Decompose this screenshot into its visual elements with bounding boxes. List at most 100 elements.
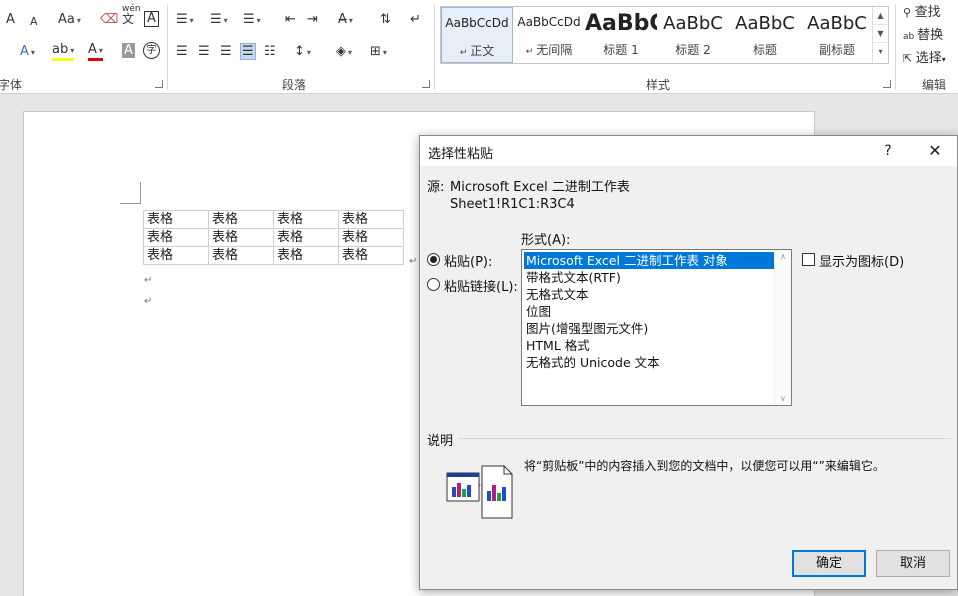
style-item[interactable]: AaBbCcDd ↵ 正文 (441, 7, 513, 63)
close-button[interactable]: ✕ (920, 139, 950, 163)
decrease-indent-icon[interactable]: ⇤ (285, 11, 296, 29)
paragraph-dialog-launcher-icon[interactable] (422, 80, 430, 88)
style-item[interactable]: AaBbC 标题 1 (585, 7, 657, 63)
style-name: ↵ 正文 (459, 44, 495, 58)
find-button[interactable]: ⚲ 查找 (903, 4, 941, 22)
table-cell[interactable]: 表格 (338, 228, 404, 247)
shading-icon[interactable]: ◈ (336, 43, 352, 62)
source-value: Microsoft Excel 二进制工作表 (450, 180, 630, 195)
display-as-icon-checkbox[interactable] (802, 253, 815, 266)
style-sample: AaBbC (735, 13, 795, 34)
distributed-icon[interactable]: ☷ (264, 43, 276, 61)
table-cell[interactable]: 表格 (338, 246, 404, 265)
align-right-icon[interactable]: ☰ (220, 43, 232, 61)
dialog-titlebar[interactable]: 选择性粘贴 ? ✕ (420, 136, 957, 166)
paragraph-mark: ↵ (144, 275, 153, 286)
change-case-button[interactable]: Aa (58, 11, 81, 30)
table-cell[interactable]: 表格 (208, 210, 274, 229)
chinese-layout-icon[interactable]: A̶ (338, 11, 353, 30)
styles-group-label: 样式 (646, 78, 671, 92)
line-spacing-icon[interactable]: ↕ (294, 43, 311, 62)
paste-link-radio-label[interactable]: 粘贴链接(L): (444, 276, 518, 295)
style-item[interactable]: AaBbC 副标题 (801, 7, 873, 63)
style-name: 标题 1 (603, 43, 639, 57)
scroll-down-icon[interactable]: ▼ (873, 25, 888, 43)
table-cell[interactable]: 表格 (143, 228, 209, 247)
paste-radio-label[interactable]: 粘贴(P): (444, 251, 492, 270)
paragraph-group-label: 段落 (282, 78, 307, 92)
more-styles-icon[interactable]: ▾ (873, 43, 888, 61)
table-cell[interactable]: 表格 (208, 246, 274, 265)
listbox-scrollbar[interactable]: ∧ ∨ (774, 250, 791, 405)
ok-button[interactable]: 确定 (792, 550, 866, 577)
borders-icon[interactable]: ⊞ (370, 43, 387, 62)
table-cell[interactable]: 表格 (143, 210, 209, 229)
phonetic-guide-button[interactable]: wén 文 (122, 4, 141, 26)
multilevel-list-icon[interactable]: ☰ (243, 11, 261, 30)
format-listbox[interactable]: Microsoft Excel 二进制工作表 对象 带格式文本(RTF) 无格式… (521, 249, 792, 406)
char-shading-button[interactable]: A (122, 43, 135, 58)
bullets-icon[interactable]: ☰ (176, 11, 194, 30)
table-cell[interactable]: 表格 (208, 228, 274, 247)
format-option[interactable]: HTML 格式 (524, 337, 774, 354)
table-cell[interactable]: 表格 (273, 210, 339, 229)
display-as-icon-label[interactable]: 显示为图标(D) (819, 251, 904, 270)
description-text: 将“剪贴板”中的内容插入到您的文档中，以便您可以用“”来编辑它。 (524, 459, 885, 473)
binoculars-icon: ⚲ (903, 6, 915, 19)
styles-scrollbar[interactable]: ▲ ▼ ▾ (872, 7, 888, 63)
grow-font-button[interactable]: A (6, 11, 15, 29)
numbering-icon[interactable]: ☰ (210, 11, 228, 30)
show-marks-icon[interactable]: ↵ (410, 11, 421, 29)
source-label: 源: (427, 180, 445, 195)
dialog-title: 选择性粘贴 (428, 147, 494, 162)
format-option[interactable]: Microsoft Excel 二进制工作表 对象 (524, 252, 774, 269)
styles-dialog-launcher-icon[interactable] (883, 80, 891, 88)
paste-link-radio[interactable] (427, 278, 440, 291)
find-label: 查找 (914, 5, 941, 20)
format-option[interactable]: 无格式的 Unicode 文本 (524, 354, 774, 371)
style-item[interactable]: AaBbCcDd ↵ 无间隔 (513, 7, 585, 63)
enclose-char-button[interactable]: 字 (143, 42, 160, 59)
style-item[interactable]: AaBbC 标题 (729, 7, 801, 63)
font-color-button[interactable]: A (88, 43, 103, 61)
font-group-label: 字体 (0, 78, 23, 92)
style-item[interactable]: AaBbC 标题 2 (657, 7, 729, 63)
character-border-button[interactable]: A (144, 11, 159, 27)
increase-indent-icon[interactable]: ⇥ (307, 11, 318, 29)
align-left-icon[interactable]: ☰ (176, 43, 188, 61)
sort-icon[interactable]: ⇅ (380, 11, 391, 29)
format-option[interactable]: 带格式文本(RTF) (524, 269, 774, 286)
table-cell[interactable]: 表格 (338, 210, 404, 229)
justify-icon[interactable]: ☰ (240, 43, 256, 60)
replace-icon: ab (903, 32, 918, 42)
scroll-up-icon[interactable]: ▲ (873, 7, 888, 25)
document-table[interactable]: 表格 表格 表格 表格 表格 表格 表格 表格 表格 表格 表格 表格 (143, 210, 404, 265)
ribbon: A A Aa ⌫ wén文 A A ab A A 字 字体 ☰ ☰ ☰ ⇤ ⇥ … (0, 0, 958, 94)
table-cell[interactable]: 表格 (273, 246, 339, 265)
separator (895, 4, 896, 90)
style-sample: AaBbC (807, 13, 867, 34)
style-sample: AaBbCcDd (517, 15, 581, 29)
shrink-font-button[interactable]: A (30, 13, 38, 31)
chevron-up-icon[interactable]: ∧ (775, 252, 791, 261)
format-option[interactable]: 无格式文本 (524, 286, 774, 303)
format-option[interactable]: 位图 (524, 303, 774, 320)
row-end-mark: ↵ (409, 256, 418, 267)
chevron-down-icon[interactable]: ∨ (775, 394, 791, 403)
paste-radio[interactable] (427, 253, 440, 266)
help-button[interactable]: ? (876, 141, 900, 161)
style-name: ↵ 无间隔 (525, 43, 573, 57)
text-effects-button[interactable]: A (20, 43, 35, 62)
cancel-button[interactable]: 取消 (876, 550, 950, 577)
highlight-button[interactable]: ab (52, 43, 75, 61)
style-sample: AaBbC (663, 13, 723, 34)
select-button[interactable]: ⇱ 选择▾ (903, 50, 946, 69)
font-dialog-launcher-icon[interactable] (155, 80, 163, 88)
align-center-icon[interactable]: ☰ (198, 43, 210, 61)
table-row: 表格 表格 表格 表格 (143, 228, 404, 247)
replace-button[interactable]: ab 替换 (903, 27, 943, 46)
format-option[interactable]: 图片(增强型图元文件) (524, 320, 774, 337)
table-cell[interactable]: 表格 (273, 228, 339, 247)
table-cell[interactable]: 表格 (143, 246, 209, 265)
clear-format-icon[interactable]: ⌫ (100, 11, 118, 29)
